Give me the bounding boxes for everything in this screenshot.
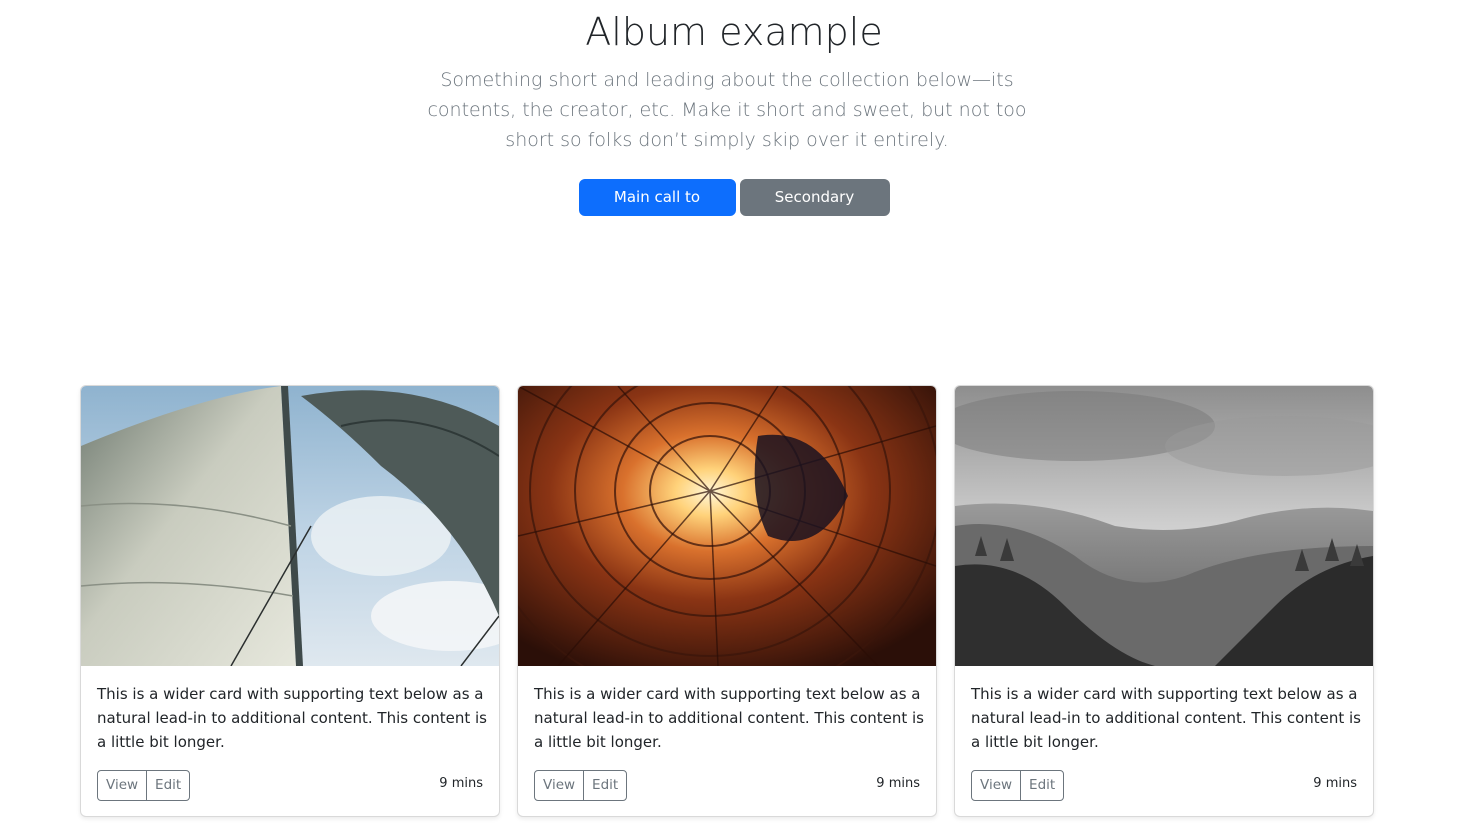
album-card: This is a wider card with supporting tex… xyxy=(954,385,1374,817)
hero-lead-text: Something short and leading about the co… xyxy=(427,69,1027,151)
view-button[interactable]: View xyxy=(97,770,148,801)
page-title: Album example xyxy=(585,10,883,54)
card-text: This is a wider card with supporting tex… xyxy=(971,685,1361,751)
album-cards: This is a wider card with supporting tex… xyxy=(80,385,1374,817)
edit-button[interactable]: Edit xyxy=(583,770,628,801)
card-button-group: View Edit xyxy=(971,770,1065,801)
album-card: This is a wider card with supporting tex… xyxy=(80,385,500,817)
view-button[interactable]: View xyxy=(971,770,1022,801)
main-call-to-action-button[interactable]: Main call to action xyxy=(578,179,736,241)
card-time: 9 mins xyxy=(1313,776,1357,791)
edit-button[interactable]: Edit xyxy=(146,770,191,801)
card-image-building xyxy=(518,386,936,666)
card-time: 9 mins xyxy=(439,776,483,791)
card-image-valley xyxy=(955,386,1373,666)
view-button[interactable]: View xyxy=(534,770,585,801)
card-text: This is a wider card with supporting tex… xyxy=(97,685,487,751)
card-time: 9 mins xyxy=(876,776,920,791)
card-text: This is a wider card with supporting tex… xyxy=(534,685,924,751)
album-card: This is a wider card with supporting tex… xyxy=(517,385,937,817)
card-image-sail xyxy=(81,386,499,666)
card-button-group: View Edit xyxy=(534,770,628,801)
hero-actions: Main call to action Secondary action xyxy=(0,179,1468,241)
edit-button[interactable]: Edit xyxy=(1020,770,1065,801)
card-button-group: View Edit xyxy=(97,770,191,801)
secondary-action-button[interactable]: Secondary action xyxy=(739,179,890,241)
